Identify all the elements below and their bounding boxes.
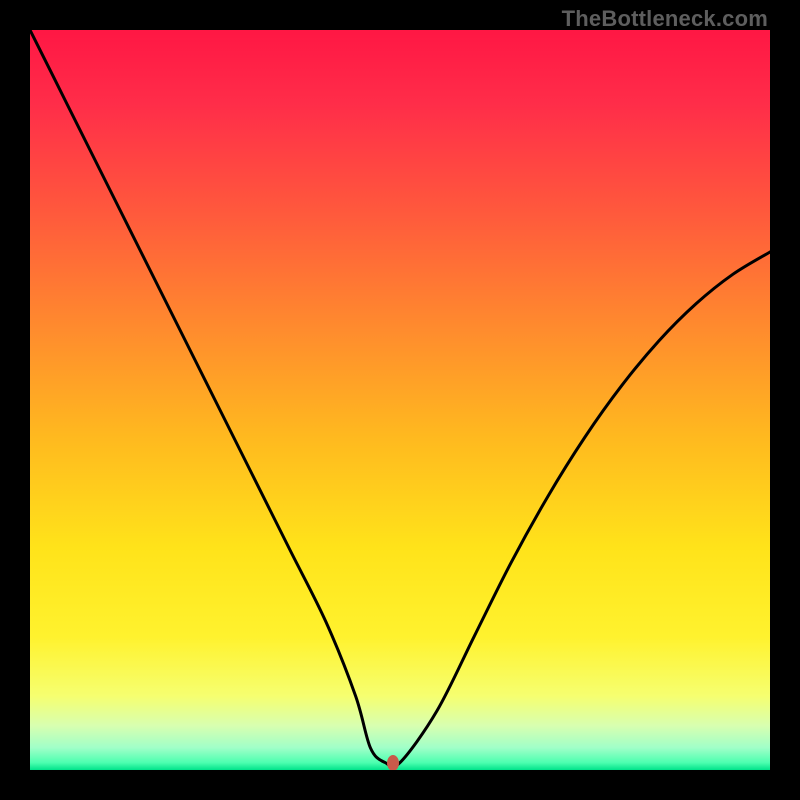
watermark-text: TheBottleneck.com	[562, 6, 768, 32]
chart-frame: TheBottleneck.com	[0, 0, 800, 800]
optimal-point-marker	[387, 755, 399, 770]
plot-area	[30, 30, 770, 770]
bottleneck-curve	[30, 30, 770, 770]
